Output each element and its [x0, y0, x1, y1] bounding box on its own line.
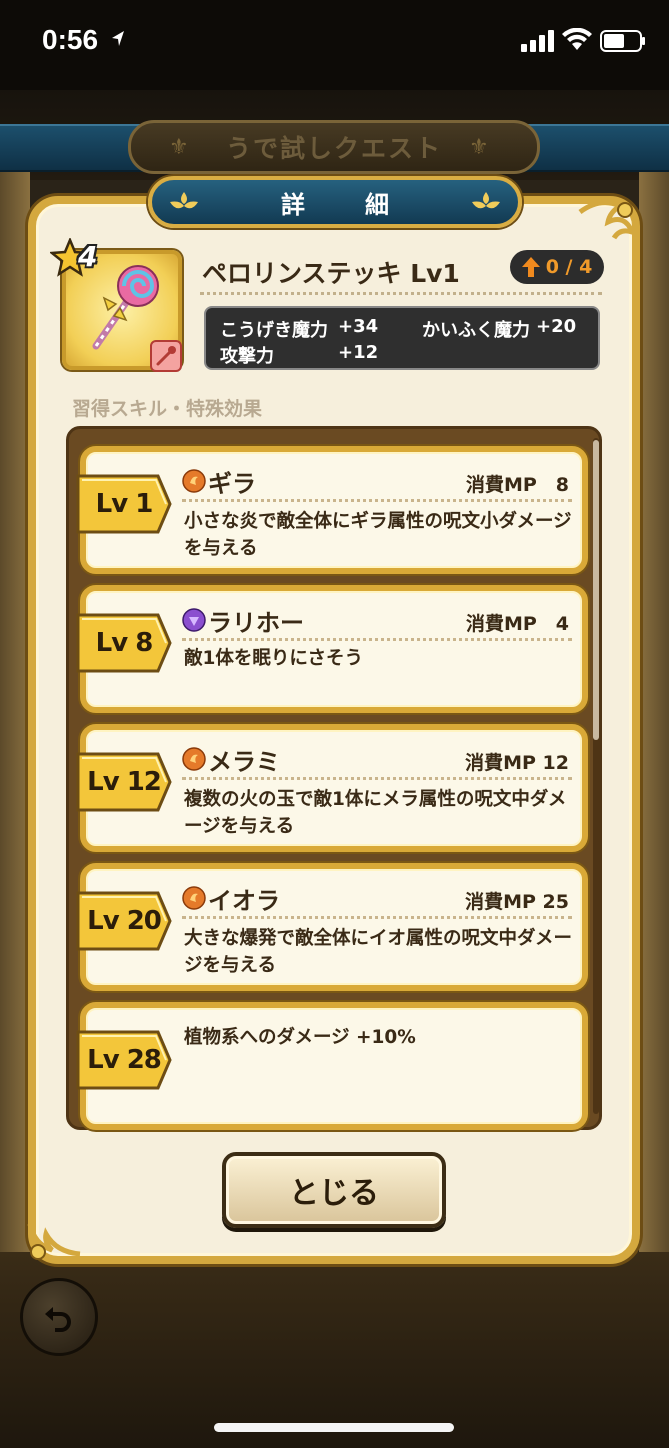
dialog-title-tab: 詳 細: [148, 176, 522, 228]
skill-description: 敵1体を眠りにさそう: [184, 648, 364, 669]
rarity-level: 4: [78, 240, 98, 273]
skill-mp-cost: 消費MP 4: [465, 613, 569, 635]
divider: [182, 916, 572, 919]
purple-orb-icon: [182, 608, 206, 632]
item-name: ペロリンステッキ Lv1: [202, 259, 460, 288]
background-bottom: [0, 1252, 669, 1448]
wifi-icon: [562, 28, 592, 50]
stat-value: +20: [536, 316, 577, 337]
skill-description: 植物系へのダメージ +10%: [184, 1027, 416, 1048]
cellular-signal-icon: [521, 30, 554, 52]
upgrade-count-badge: 0 / 4: [510, 250, 604, 284]
stat-label: 攻撃力: [220, 346, 274, 367]
stats-panel: こうげき魔力 +34 かいふく魔力 +20 攻撃力 +12: [204, 306, 600, 370]
stat-label: こうげき魔力: [220, 320, 328, 341]
upgrade-count: 0 / 4: [545, 256, 593, 278]
stat-label: かいふく魔力: [422, 320, 530, 341]
upgrade-arrow-icon: [521, 257, 540, 277]
corner-ornament-icon: [27, 1223, 81, 1260]
skill-description: 複数の火の玉で敵1体にメラ属性の呪文中ダメージを与える: [184, 789, 567, 837]
fleur-ornament-icon: [170, 192, 198, 209]
scrollbar-thumb[interactable]: [593, 440, 599, 740]
stat-value: +34: [338, 316, 379, 337]
staff-type-badge: [150, 340, 182, 372]
skill-name: ギラ: [208, 470, 256, 498]
skill-description: 大きな爆発で敵全体にイオ属性の呪文中ダメージを与える: [184, 928, 572, 976]
undo-arrow-icon: [45, 1307, 71, 1332]
skill-level: Lv 12: [87, 767, 162, 797]
divider: [182, 777, 572, 780]
skill-description: 小さな炎で敵全体にギラ属性の呪文小ダメージを与える: [184, 511, 572, 559]
skill-level: Lv 20: [87, 906, 162, 936]
skill-level: Lv 1: [95, 489, 154, 519]
skill-mp-cost: 消費MP 25: [465, 891, 569, 913]
location-arrow-icon: [112, 31, 124, 46]
skill-mp-cost: 消費MP 12: [465, 752, 569, 774]
skill-name: メラミ: [208, 748, 280, 776]
skill-name: ラリホー: [208, 609, 304, 637]
divider: [182, 638, 572, 641]
divider: [182, 499, 572, 502]
fire-orb-icon: [182, 747, 206, 771]
background-side-right: [639, 172, 669, 1252]
fleur-ornament-icon: ⚜: [169, 135, 189, 160]
quest-title: うで試しクエスト: [225, 134, 442, 163]
divider: [200, 292, 602, 295]
fire-orb-icon: [182, 469, 206, 493]
fleur-ornament-icon: ⚜: [469, 135, 489, 160]
status-bar: 0:56: [0, 0, 669, 90]
fire-orb-icon: [182, 886, 206, 910]
skills-section-label: 習得スキル・特殊効果: [72, 398, 263, 420]
staff-type-icon: [156, 346, 176, 366]
back-button[interactable]: [20, 1278, 98, 1356]
fleur-ornament-icon: [472, 192, 500, 209]
skill-level: Lv 28: [87, 1045, 162, 1075]
dialog-title: 詳 細: [281, 190, 407, 219]
skill-level: Lv 8: [95, 628, 154, 658]
battery-icon: [600, 30, 645, 52]
status-time: 0:56: [42, 24, 99, 55]
background-side-left: [0, 172, 30, 1252]
quest-title-plate: ⚜ うで試しクエスト ⚜: [128, 120, 540, 174]
close-button[interactable]: とじる: [222, 1152, 446, 1228]
skill-mp-cost: 消費MP 8: [465, 474, 569, 496]
stat-value: +12: [338, 342, 379, 363]
close-button-label: とじる: [289, 1176, 379, 1211]
skill-name: イオラ: [208, 887, 280, 915]
home-indicator: [214, 1423, 454, 1432]
